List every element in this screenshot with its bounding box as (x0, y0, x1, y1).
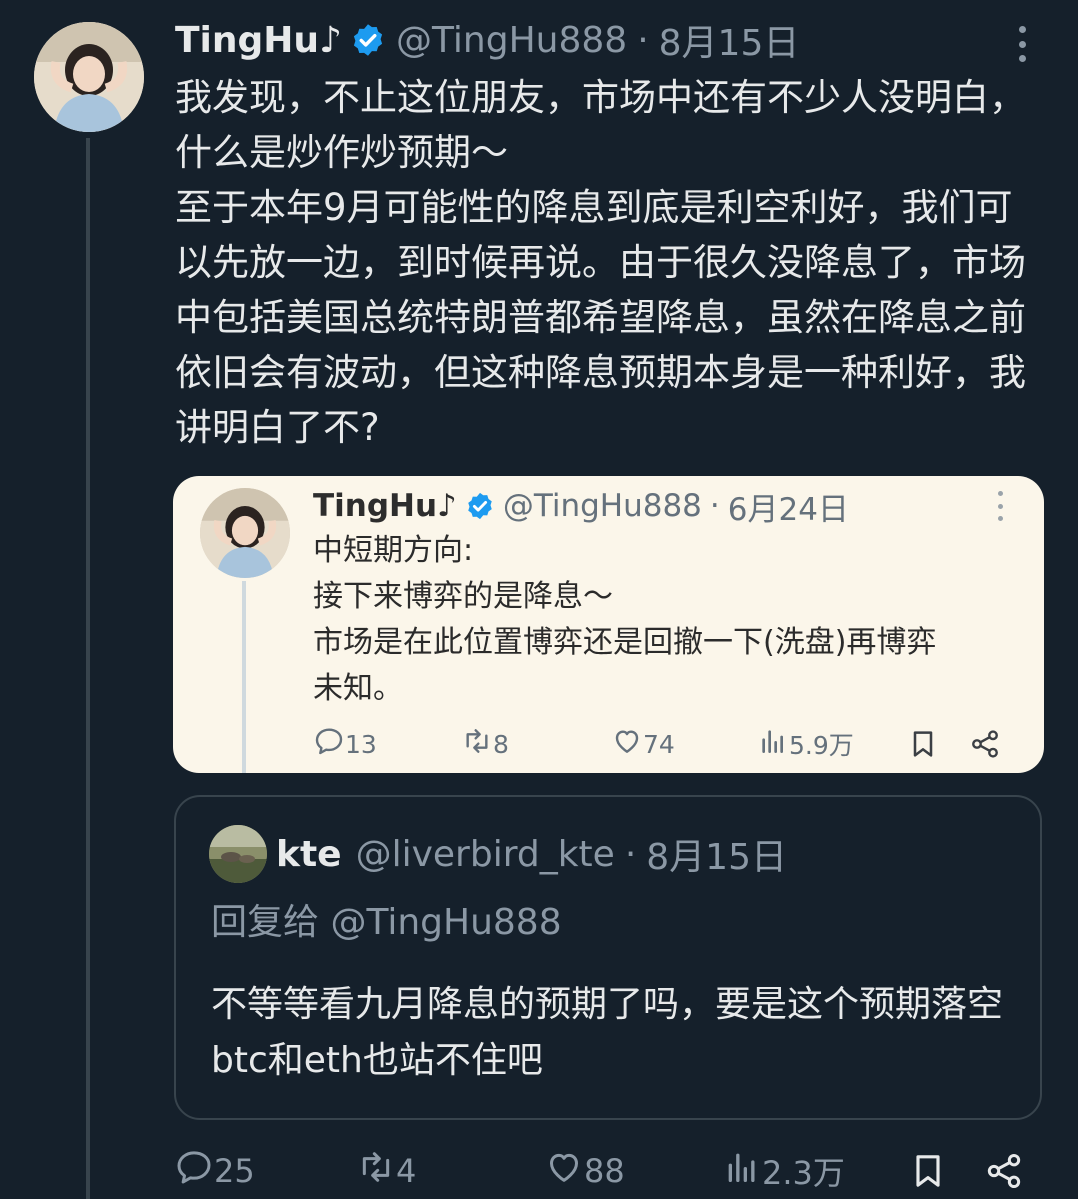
reply-author-handle[interactable]: @liverbird_kte (356, 834, 615, 875)
quoted-author-name[interactable]: TingHu♪ (313, 488, 457, 524)
views-icon (757, 725, 789, 763)
quoted-author-handle[interactable]: @TingHu888 (503, 488, 702, 524)
quoted-like-button[interactable]: 74 (611, 724, 675, 764)
author-handle[interactable]: @TingHu888 (396, 20, 627, 61)
quoted-views-button[interactable]: 5.9万 (757, 724, 854, 764)
like-count: 88 (584, 1152, 625, 1190)
separator: · (624, 833, 637, 875)
separator: · (637, 19, 649, 61)
quoted-retweet-button[interactable]: 8 (461, 724, 509, 764)
action-bar: 25 4 88 2.3万 (174, 1148, 1054, 1194)
reply-header: kte @liverbird_kte · 8月15日 (276, 828, 787, 880)
quoted-reply-count: 13 (345, 729, 377, 759)
quoted-avatar[interactable] (200, 488, 290, 578)
quoted-reply-button[interactable]: 13 (313, 724, 377, 764)
bookmark-icon[interactable] (908, 1148, 948, 1194)
bookmark-icon[interactable] (907, 724, 939, 764)
quoted-tweet-text: 中短期方向: 接下来博弈的是降息～ 市场是在此位置博弈还是回撤一下(洗盘)再博弈… (313, 533, 937, 706)
reply-tweet-card[interactable]: kte @liverbird_kte · 8月15日 回复给 @TingHu88… (174, 795, 1042, 1120)
reply-icon (174, 1147, 214, 1195)
quoted-action-bar: 13 8 74 5.9万 (313, 724, 1013, 764)
quoted-header: TingHu♪ @TingHu888 · 6月24日 (313, 482, 849, 530)
reply-tweet-text: 不等等看九月降息的预期了吗，要是这个预期落空btc和eth也站不住吧 (211, 984, 1004, 1081)
view-count: 2.3万 (762, 1154, 845, 1192)
separator: · (709, 488, 720, 524)
share-icon[interactable] (969, 724, 1001, 764)
thread-line (86, 138, 90, 1199)
retweet-icon (461, 725, 493, 763)
more-icon[interactable] (1012, 26, 1032, 62)
replying-to[interactable]: 回复给 @TingHu888 (211, 893, 562, 945)
quoted-tweet[interactable]: TingHu♪ @TingHu888 · 6月24日 中短期方向: 接下来博弈的… (173, 476, 1044, 773)
like-icon (544, 1147, 584, 1195)
tweet-date[interactable]: 8月15日 (659, 14, 800, 66)
more-icon[interactable] (995, 491, 1005, 521)
verified-badge-icon (350, 22, 386, 58)
retweet-icon (356, 1147, 396, 1195)
reply-count: 25 (214, 1152, 255, 1190)
quoted-tweet-date[interactable]: 6月24日 (728, 484, 849, 529)
share-icon[interactable] (984, 1148, 1024, 1194)
retweet-button[interactable]: 4 (356, 1148, 416, 1194)
retweet-count: 4 (396, 1152, 417, 1190)
like-icon (611, 725, 643, 763)
tweet-header: TingHu♪ @TingHu888 · 8月15日 (175, 14, 800, 66)
verified-badge-icon (465, 491, 495, 521)
reply-avatar[interactable] (209, 825, 267, 883)
like-button[interactable]: 88 (544, 1148, 625, 1194)
reply-icon (313, 725, 345, 763)
author-name[interactable]: TingHu♪ (175, 20, 342, 61)
reply-button[interactable]: 25 (174, 1148, 255, 1194)
tweet-text: 我发现，不止这位朋友，市场中还有不少人没明白，什么是炒作炒预期～ 至于本年9月可… (175, 76, 1026, 449)
views-icon (722, 1147, 762, 1195)
quoted-thread-line (242, 581, 246, 773)
avatar[interactable] (34, 22, 144, 132)
quoted-view-count: 5.9万 (789, 731, 854, 760)
reply-tweet-date[interactable]: 8月15日 (646, 828, 787, 880)
reply-author-name[interactable]: kte (276, 834, 342, 875)
views-button[interactable]: 2.3万 (722, 1148, 845, 1194)
quoted-like-count: 74 (643, 729, 675, 759)
quoted-retweet-count: 8 (493, 729, 509, 759)
